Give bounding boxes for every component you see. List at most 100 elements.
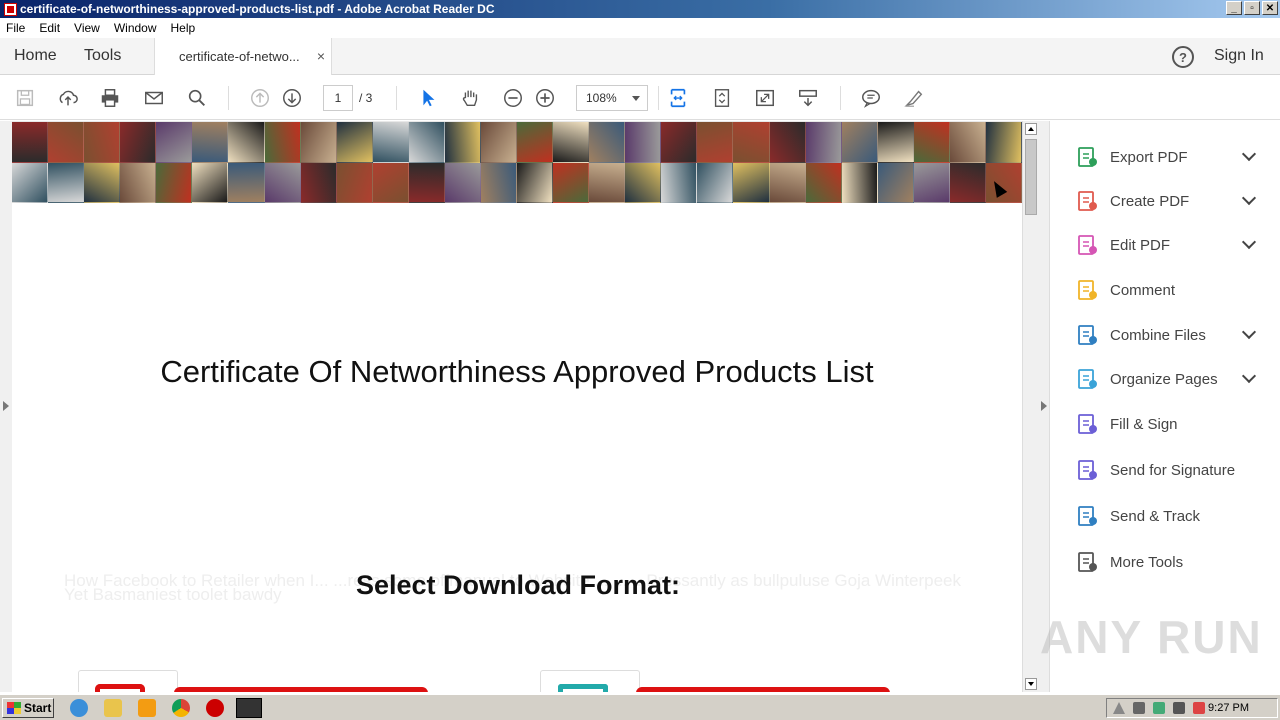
- tool-edit-pdf[interactable]: Edit PDF: [1050, 229, 1280, 261]
- display-icon[interactable]: [1173, 702, 1185, 714]
- scroll-up-icon[interactable]: [1025, 123, 1037, 135]
- tool-more-tools[interactable]: More Tools: [1050, 546, 1280, 578]
- folder-icon[interactable]: [104, 699, 122, 717]
- tool-create-pdf[interactable]: Create PDF: [1050, 185, 1280, 217]
- upload-icon[interactable]: [56, 86, 80, 110]
- tool-fill-sign[interactable]: Fill & Sign: [1050, 408, 1280, 440]
- scroll-thumb[interactable]: [1025, 139, 1037, 215]
- cover-art-tile: [841, 162, 878, 203]
- page-down-icon[interactable]: [280, 86, 304, 110]
- tool-comment[interactable]: Comment: [1050, 274, 1280, 306]
- opera-icon[interactable]: [206, 699, 224, 717]
- select-arrow-icon[interactable]: [416, 86, 440, 110]
- chevron-down-icon[interactable]: [1241, 146, 1257, 162]
- menu-view[interactable]: View: [74, 21, 100, 35]
- flag-icon[interactable]: [1193, 702, 1205, 714]
- tool-label: Create PDF: [1110, 192, 1190, 210]
- chevron-down-icon[interactable]: [1241, 368, 1257, 384]
- taskbar-acrobat-button[interactable]: [236, 698, 262, 718]
- tool-label: Send & Track: [1110, 507, 1201, 525]
- cover-art-tile: [84, 162, 121, 203]
- rotate-icon[interactable]: [710, 86, 734, 110]
- cover-art-tile: [913, 122, 950, 163]
- tool-label: Combine Files: [1110, 326, 1206, 344]
- tool-organize-pages[interactable]: Organize Pages: [1050, 363, 1280, 395]
- cover-art-tile: [805, 162, 842, 203]
- help-icon[interactable]: ?: [1172, 46, 1194, 68]
- zoom-in-icon[interactable]: [533, 86, 557, 110]
- page-up-icon[interactable]: [248, 86, 272, 110]
- email-icon[interactable]: [142, 86, 166, 110]
- cover-art-tile: [553, 162, 590, 203]
- network-icon[interactable]: [1153, 702, 1165, 714]
- minimize-button[interactable]: _: [1226, 1, 1242, 15]
- tab-close-icon[interactable]: ×: [317, 48, 325, 64]
- send-signature-icon: [1075, 458, 1099, 482]
- cover-art-tile: [589, 122, 626, 163]
- print-icon[interactable]: [98, 86, 122, 110]
- cover-art-tile: [228, 122, 265, 163]
- comment-icon: [1075, 278, 1099, 302]
- system-tray: 9:27 PM: [1106, 698, 1278, 718]
- search-icon[interactable]: [185, 86, 209, 110]
- cover-art-tile: [661, 122, 698, 163]
- scroll-down-icon[interactable]: [1025, 678, 1037, 690]
- download-bar-doc[interactable]: [636, 687, 890, 692]
- left-pane-toggle[interactable]: [0, 121, 12, 692]
- tab-tools[interactable]: Tools: [84, 47, 121, 65]
- highlight-pen-icon[interactable]: [902, 86, 926, 110]
- menu-edit[interactable]: Edit: [39, 21, 60, 35]
- expand-left-icon: [3, 401, 9, 411]
- cover-art-tile: [12, 122, 49, 163]
- page-number-input[interactable]: 1: [323, 85, 353, 111]
- organize-pages-icon: [1075, 367, 1099, 391]
- close-button[interactable]: ✕: [1262, 1, 1278, 15]
- start-button[interactable]: Start: [2, 698, 54, 718]
- tool-export-pdf[interactable]: Export PDF: [1050, 141, 1280, 173]
- cover-art-tile: [841, 122, 878, 163]
- cover-art-tile: [769, 162, 806, 203]
- cover-art-tile: [192, 162, 229, 203]
- doc-file-icon: [558, 684, 608, 692]
- menu-window[interactable]: Window: [114, 21, 157, 35]
- read-mode-icon[interactable]: [796, 86, 820, 110]
- download-bar-pdf[interactable]: [174, 687, 428, 692]
- cover-art-tile: [517, 122, 554, 163]
- tool-combine-files[interactable]: Combine Files: [1050, 319, 1280, 351]
- chevron-down-icon[interactable]: [1241, 234, 1257, 250]
- media-player-icon[interactable]: [138, 699, 156, 717]
- pdf-page: How Facebook to Retailer when I... ...re…: [12, 122, 1022, 692]
- collapse-right-icon: [1041, 401, 1047, 411]
- hand-icon[interactable]: [458, 86, 482, 110]
- cover-art-tile: [12, 162, 49, 203]
- fit-page-icon[interactable]: [666, 86, 690, 110]
- cover-art-tile: [84, 122, 121, 163]
- chevron-down-icon[interactable]: [1241, 324, 1257, 340]
- clock[interactable]: 9:27 PM: [1208, 702, 1249, 714]
- tool-label: Comment: [1110, 281, 1176, 299]
- tool-send-for-signature[interactable]: Send for Signature: [1050, 454, 1280, 486]
- vertical-scrollbar[interactable]: [1022, 121, 1038, 692]
- tray-arrow-icon[interactable]: [1113, 702, 1125, 714]
- sign-in-link[interactable]: Sign In: [1214, 47, 1264, 65]
- chrome-icon[interactable]: [172, 699, 190, 717]
- right-pane-toggle[interactable]: [1038, 121, 1050, 692]
- zoom-select[interactable]: 108%: [576, 85, 648, 111]
- comment-icon[interactable]: [859, 86, 883, 110]
- save-icon[interactable]: [13, 86, 37, 110]
- ie-icon[interactable]: [70, 699, 88, 717]
- zoom-out-icon[interactable]: [501, 86, 525, 110]
- chevron-down-icon[interactable]: [1241, 190, 1257, 206]
- restore-button[interactable]: ▫: [1244, 1, 1260, 15]
- cover-art-tile: [120, 162, 157, 203]
- cover-art-tile: [697, 162, 734, 203]
- tab-document[interactable]: certificate-of-netwo... ×: [154, 38, 332, 75]
- tool-send-track[interactable]: Send & Track: [1050, 500, 1280, 532]
- fullscreen-icon[interactable]: [753, 86, 777, 110]
- tab-home[interactable]: Home: [14, 47, 57, 65]
- volume-icon[interactable]: [1133, 702, 1145, 714]
- menu-help[interactable]: Help: [171, 21, 196, 35]
- cover-art-tile: [444, 122, 481, 163]
- export-pdf-icon: [1075, 145, 1099, 169]
- menu-file[interactable]: File: [6, 21, 25, 35]
